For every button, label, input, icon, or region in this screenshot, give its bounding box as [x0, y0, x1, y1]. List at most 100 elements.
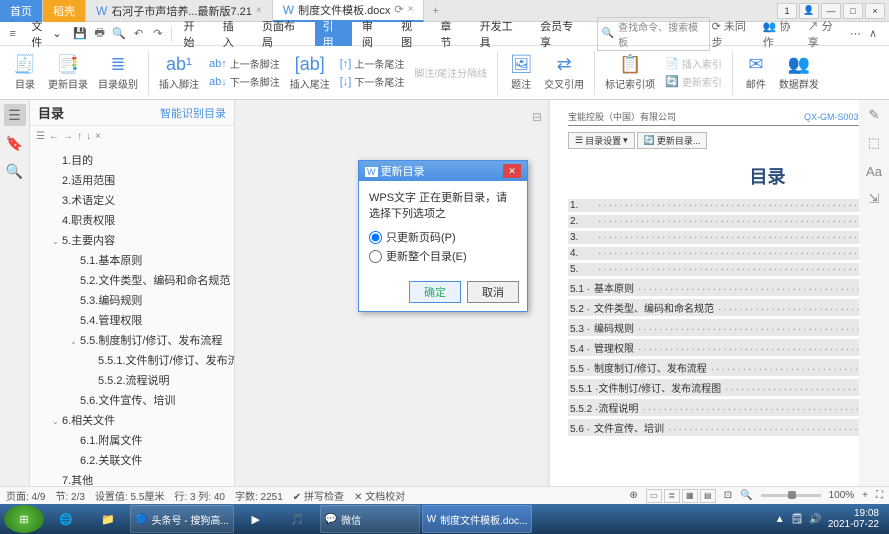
- task-media[interactable]: ▶: [236, 505, 276, 533]
- toc-update-btn[interactable]: 🔄 更新目录...: [637, 132, 708, 149]
- fit-icon[interactable]: ⊡: [724, 490, 732, 501]
- toc-row[interactable]: 3.······································…: [568, 231, 859, 244]
- task-ie[interactable]: 🌐: [46, 505, 86, 533]
- tab-add[interactable]: +: [424, 5, 446, 17]
- system-tray[interactable]: ▲ 🗒 🔊 19:08 2021-07-22: [775, 508, 885, 530]
- outline-item[interactable]: 2.适用范围: [30, 170, 234, 190]
- proof-btn[interactable]: ✕ 文档校对: [354, 488, 405, 503]
- outline-item[interactable]: ⌄5.主要内容: [30, 230, 234, 250]
- user-icon[interactable]: 👤: [799, 3, 819, 19]
- close-icon[interactable]: ×: [256, 5, 262, 16]
- menu-view[interactable]: 视图: [393, 22, 430, 46]
- tray-clock[interactable]: 19:08 2021-07-22: [828, 508, 879, 530]
- task-explorer[interactable]: 📁: [88, 505, 128, 533]
- nav-icon[interactable]: ⊕: [629, 490, 637, 501]
- mark-index-btn[interactable]: 📋标记索引项: [601, 52, 659, 93]
- outline-item[interactable]: 4.职责权限: [30, 210, 234, 230]
- radio-pages-input[interactable]: [369, 231, 382, 244]
- dialog-close-btn[interactable]: ✕: [503, 164, 521, 178]
- spell-check-btn[interactable]: ✔ 拼写检查: [293, 488, 344, 503]
- tray-volume-icon[interactable]: 🔊: [809, 514, 821, 525]
- prev-endnote-btn[interactable]: [↑]上一条尾注: [336, 55, 409, 72]
- toc-row[interactable]: 5.5 ·制度制订/修订、发布流程·······················…: [568, 359, 859, 376]
- outline-item[interactable]: 6.2.关联文件: [30, 450, 234, 470]
- tray-note-icon[interactable]: 🗒: [791, 514, 804, 525]
- bookmark-pane-btn[interactable]: 🔖: [4, 132, 26, 154]
- rt-brush-icon[interactable]: ✎: [863, 104, 885, 126]
- insert-endnote-btn[interactable]: [ab]插入尾注: [286, 52, 334, 93]
- insert-index-btn[interactable]: 📄插入索引: [661, 55, 726, 72]
- share-btn[interactable]: ↗ 分享: [808, 18, 842, 50]
- task-music[interactable]: 🎵: [278, 505, 318, 533]
- zoom-out-btn[interactable]: 🔍: [740, 490, 752, 501]
- menu-layout[interactable]: 页面布局: [254, 22, 313, 46]
- toc-level-btn[interactable]: ≣目录级别: [94, 52, 142, 93]
- outline-tool-1[interactable]: ☰: [36, 131, 45, 142]
- toc-row[interactable]: 5.6 ·文件宣传、培训····························…: [568, 419, 859, 436]
- outline-pane-btn[interactable]: ☰: [4, 104, 26, 126]
- status-words[interactable]: 字数: 2251: [235, 488, 283, 503]
- rt-style-icon[interactable]: Aa: [863, 160, 885, 182]
- task-browser[interactable]: 🔵 头条号 - 搜狗高...: [130, 505, 234, 533]
- radio-entire-toc[interactable]: 更新整个目录(E): [369, 248, 517, 264]
- outline-tool-3[interactable]: →: [63, 131, 73, 142]
- zoom-in-btn[interactable]: +: [862, 490, 868, 501]
- toc-row[interactable]: 4.······································…: [568, 247, 859, 260]
- update-index-btn[interactable]: 🔄更新索引: [661, 73, 726, 90]
- update-toc-btn[interactable]: 📑更新目录: [44, 52, 92, 93]
- toc-row[interactable]: 5.······································…: [568, 263, 859, 276]
- outline-tool-4[interactable]: ↑: [77, 131, 82, 142]
- group-send-btn[interactable]: 👥数据群发: [775, 52, 823, 93]
- menu-review[interactable]: 审阅: [354, 22, 391, 46]
- view-web-btn[interactable]: ▦: [682, 489, 698, 503]
- menu-insert[interactable]: 插入: [215, 22, 252, 46]
- next-footnote-btn[interactable]: ab↓下一条脚注: [205, 73, 284, 90]
- toc-row[interactable]: 1.······································…: [568, 199, 859, 212]
- toc-row[interactable]: 5.3 ·编码规则·······························…: [568, 319, 859, 336]
- command-search[interactable]: 🔍查找命令、搜索模板: [597, 17, 710, 51]
- outline-item[interactable]: 6.1.附属文件: [30, 430, 234, 450]
- menu-dev[interactable]: 开发工具: [472, 22, 531, 46]
- insert-footnote-btn[interactable]: ab¹插入脚注: [155, 52, 203, 93]
- radio-entire-input[interactable]: [369, 250, 382, 263]
- search-pane-btn[interactable]: 🔍: [4, 160, 26, 182]
- outline-item[interactable]: ⌄5.5.制度制订/修订、发布流程: [30, 330, 234, 350]
- outline-item[interactable]: ⌄6.相关文件: [30, 410, 234, 430]
- view-read-btn[interactable]: ▤: [700, 489, 716, 503]
- collapse-ribbon-icon[interactable]: ∧: [869, 27, 877, 40]
- prev-footnote-btn[interactable]: ab↑上一条脚注: [205, 55, 284, 72]
- toc-row[interactable]: 5.4 ·管理权限·······························…: [568, 339, 859, 356]
- outline-tool-2[interactable]: ←: [49, 131, 59, 142]
- toc-btn[interactable]: 🧾目录: [8, 52, 42, 93]
- toc-row[interactable]: 5.5.1 ·文件制订/修订、发布流程图····················…: [568, 379, 859, 396]
- outline-item[interactable]: 5.3.编码规则: [30, 290, 234, 310]
- zoom-level[interactable]: 100%: [829, 490, 855, 501]
- menu-start[interactable]: 开始: [175, 22, 212, 46]
- toc-row[interactable]: 5.1 ·基本原则·······························…: [568, 279, 859, 296]
- preview-icon[interactable]: 🔍: [110, 25, 127, 43]
- outline-item[interactable]: 5.1.基本原则: [30, 250, 234, 270]
- radio-pages-only[interactable]: 只更新页码(P): [369, 229, 517, 245]
- dialog-titlebar[interactable]: W 更新目录 ✕: [359, 161, 527, 181]
- outline-item[interactable]: 5.6.文件宣传、培训: [30, 390, 234, 410]
- rt-more-icon[interactable]: ⇲: [863, 188, 885, 210]
- close-window-btn[interactable]: ×: [865, 3, 885, 19]
- status-page[interactable]: 页面: 4/9: [6, 488, 45, 503]
- zoom-thumb[interactable]: [788, 491, 796, 499]
- tray-arrow-icon[interactable]: ▲: [775, 514, 785, 525]
- outline-item[interactable]: 5.2.文件类型、编码和命名规范: [30, 270, 234, 290]
- status-section[interactable]: 节: 2/3: [55, 488, 84, 503]
- task-wechat[interactable]: 💬 微信: [320, 505, 420, 533]
- crossref-btn[interactable]: ⇄交叉引用: [540, 52, 588, 93]
- mail-btn[interactable]: ✉邮件: [739, 52, 773, 93]
- menu-file[interactable]: 文件 ⌄: [23, 22, 69, 46]
- outline-item[interactable]: 7.其他: [30, 470, 234, 486]
- print-icon[interactable]: 🖶: [91, 25, 108, 43]
- task-wps[interactable]: W 制度文件模板.doc...: [422, 505, 533, 533]
- menu-member[interactable]: 会员专享: [532, 22, 591, 46]
- collab-btn[interactable]: 👥 协作: [763, 18, 800, 50]
- page-margin-handle[interactable]: ⊟: [532, 110, 542, 124]
- redo-icon[interactable]: ↷: [149, 25, 166, 43]
- outline-item[interactable]: 5.5.2.流程说明: [30, 370, 234, 390]
- toc-row[interactable]: 5.2 ·文件类型、编码和命名规范·······················…: [568, 299, 859, 316]
